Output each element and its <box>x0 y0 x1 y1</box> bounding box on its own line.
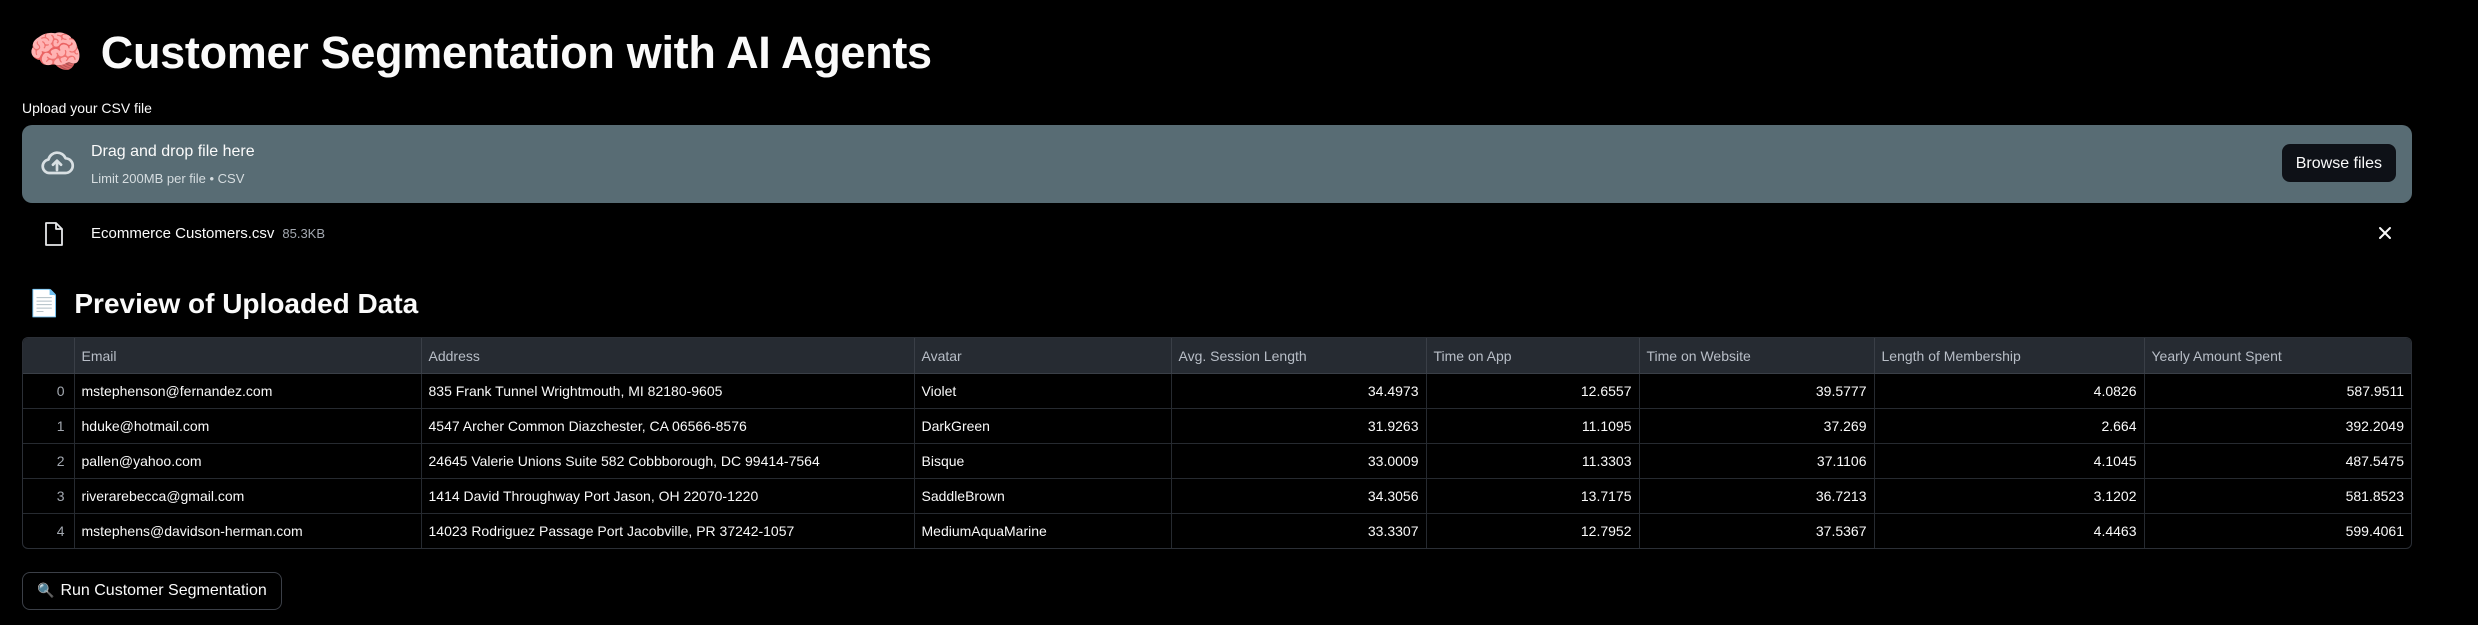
page-title: 🧠 Customer Segmentation with AI Agents <box>28 22 932 84</box>
cell-avg-session-length[interactable]: 34.4973 <box>1171 373 1427 409</box>
cell-yearly-amount-spent[interactable]: 487.5475 <box>2144 443 2411 479</box>
table-row: 1 hduke@hotmail.com 4547 Archer Common D… <box>23 408 2411 444</box>
cell-time-on-website[interactable]: 37.269 <box>1639 408 1875 444</box>
cell-length-of-membership[interactable]: 4.0826 <box>1874 373 2145 409</box>
cell-length-of-membership[interactable]: 3.1202 <box>1874 478 2145 514</box>
close-icon[interactable] <box>2376 224 2394 242</box>
cell-address[interactable]: 24645 Valerie Unions Suite 582 Cobbborou… <box>421 443 915 479</box>
column-header-address[interactable]: Address <box>421 338 915 374</box>
row-index: 0 <box>23 373 75 409</box>
cell-avg-session-length[interactable]: 34.3056 <box>1171 478 1427 514</box>
cell-avg-session-length[interactable]: 33.3307 <box>1171 513 1427 548</box>
column-header-time-on-website[interactable]: Time on Website <box>1639 338 1875 374</box>
column-header-length-of-membership[interactable]: Length of Membership <box>1874 338 2145 374</box>
table-row: 2 pallen@yahoo.com 24645 Valerie Unions … <box>23 443 2411 479</box>
cell-time-on-app[interactable]: 12.6557 <box>1426 373 1640 409</box>
cloud-upload-icon <box>41 151 75 175</box>
column-header-avg-session-length[interactable]: Avg. Session Length <box>1171 338 1427 374</box>
cell-time-on-website[interactable]: 37.1106 <box>1639 443 1875 479</box>
preview-heading-text: Preview of Uploaded Data <box>74 288 419 319</box>
column-header-email[interactable]: Email <box>74 338 422 374</box>
cell-length-of-membership[interactable]: 4.4463 <box>1874 513 2145 548</box>
cell-time-on-app[interactable]: 11.3303 <box>1426 443 1640 479</box>
table-row: 4 mstephens@davidson-herman.com 14023 Ro… <box>23 513 2411 549</box>
preview-heading: 📄 Preview of Uploaded Data <box>28 286 418 322</box>
dropzone-title: Drag and drop file here <box>91 143 255 160</box>
cell-email[interactable]: hduke@hotmail.com <box>74 408 422 444</box>
file-name-wrap: Ecommerce Customers.csv 85.3KB <box>91 225 325 242</box>
file-dropzone[interactable]: Drag and drop file here Limit 200MB per … <box>22 125 2412 203</box>
cell-length-of-membership[interactable]: 4.1045 <box>1874 443 2145 479</box>
cell-length-of-membership[interactable]: 2.664 <box>1874 408 2145 444</box>
file-icon <box>45 222 63 246</box>
row-index: 4 <box>23 513 75 548</box>
row-index: 1 <box>23 408 75 444</box>
table-row: 0 mstephenson@fernandez.com 835 Frank Tu… <box>23 373 2411 409</box>
cell-avatar[interactable]: SaddleBrown <box>914 478 1172 514</box>
cell-email[interactable]: mstephenson@fernandez.com <box>74 373 422 409</box>
cell-address[interactable]: 14023 Rodriguez Passage Port Jacobville,… <box>421 513 915 548</box>
cell-address[interactable]: 4547 Archer Common Diazchester, CA 06566… <box>421 408 915 444</box>
cell-email[interactable]: mstephens@davidson-herman.com <box>74 513 422 548</box>
cell-yearly-amount-spent[interactable]: 581.8523 <box>2144 478 2411 514</box>
column-header-time-on-app[interactable]: Time on App <box>1426 338 1640 374</box>
page-title-text: Customer Segmentation with AI Agents <box>100 27 932 78</box>
file-size: 85.3KB <box>282 226 326 241</box>
cell-time-on-app[interactable]: 11.1095 <box>1426 408 1640 444</box>
cell-avatar[interactable]: Violet <box>914 373 1172 409</box>
run-segmentation-label: Run Customer Segmentation <box>60 582 267 599</box>
cell-time-on-app[interactable]: 12.7952 <box>1426 513 1640 548</box>
cell-yearly-amount-spent[interactable]: 392.2049 <box>2144 408 2411 444</box>
cell-address[interactable]: 1414 David Throughway Port Jason, OH 220… <box>421 478 915 514</box>
uploaded-file-item: Ecommerce Customers.csv 85.3KB <box>22 218 2412 252</box>
cell-address[interactable]: 835 Frank Tunnel Wrightmouth, MI 82180-9… <box>421 373 915 409</box>
cell-time-on-website[interactable]: 36.7213 <box>1639 478 1875 514</box>
document-icon: 📄 <box>28 289 61 319</box>
table-row: 3 riverarebecca@gmail.com 1414 David Thr… <box>23 478 2411 514</box>
cell-time-on-website[interactable]: 39.5777 <box>1639 373 1875 409</box>
cell-time-on-website[interactable]: 37.5367 <box>1639 513 1875 548</box>
file-name: Ecommerce Customers.csv <box>91 225 275 242</box>
cell-avatar[interactable]: DarkGreen <box>914 408 1172 444</box>
cell-avg-session-length[interactable]: 31.9263 <box>1171 408 1427 444</box>
data-preview-table[interactable]: Email Address Avatar Avg. Session Length… <box>22 337 2412 549</box>
cell-avatar[interactable]: Bisque <box>914 443 1172 479</box>
cell-yearly-amount-spent[interactable]: 587.9511 <box>2144 373 2411 409</box>
row-index: 3 <box>23 478 75 514</box>
cell-yearly-amount-spent[interactable]: 599.4061 <box>2144 514 2411 549</box>
column-header-index[interactable] <box>23 338 75 374</box>
cell-email[interactable]: pallen@yahoo.com <box>74 443 422 479</box>
table-header-row: Email Address Avatar Avg. Session Length… <box>23 338 2411 374</box>
run-segmentation-button[interactable]: 🔍 Run Customer Segmentation <box>22 572 282 610</box>
column-header-avatar[interactable]: Avatar <box>914 338 1172 374</box>
row-index: 2 <box>23 443 75 479</box>
magnifier-icon: 🔍 <box>37 583 55 599</box>
cell-email[interactable]: riverarebecca@gmail.com <box>74 478 422 514</box>
brain-icon: 🧠 <box>28 27 83 78</box>
cell-time-on-app[interactable]: 13.7175 <box>1426 478 1640 514</box>
cell-avg-session-length[interactable]: 33.0009 <box>1171 443 1427 479</box>
column-header-yearly-amount-spent[interactable]: Yearly Amount Spent <box>2144 338 2411 374</box>
browse-files-button[interactable]: Browse files <box>2281 144 2396 182</box>
cell-avatar[interactable]: MediumAquaMarine <box>914 513 1172 548</box>
upload-label: Upload your CSV file <box>22 100 152 116</box>
dropzone-limit-text: Limit 200MB per file • CSV <box>91 171 245 186</box>
